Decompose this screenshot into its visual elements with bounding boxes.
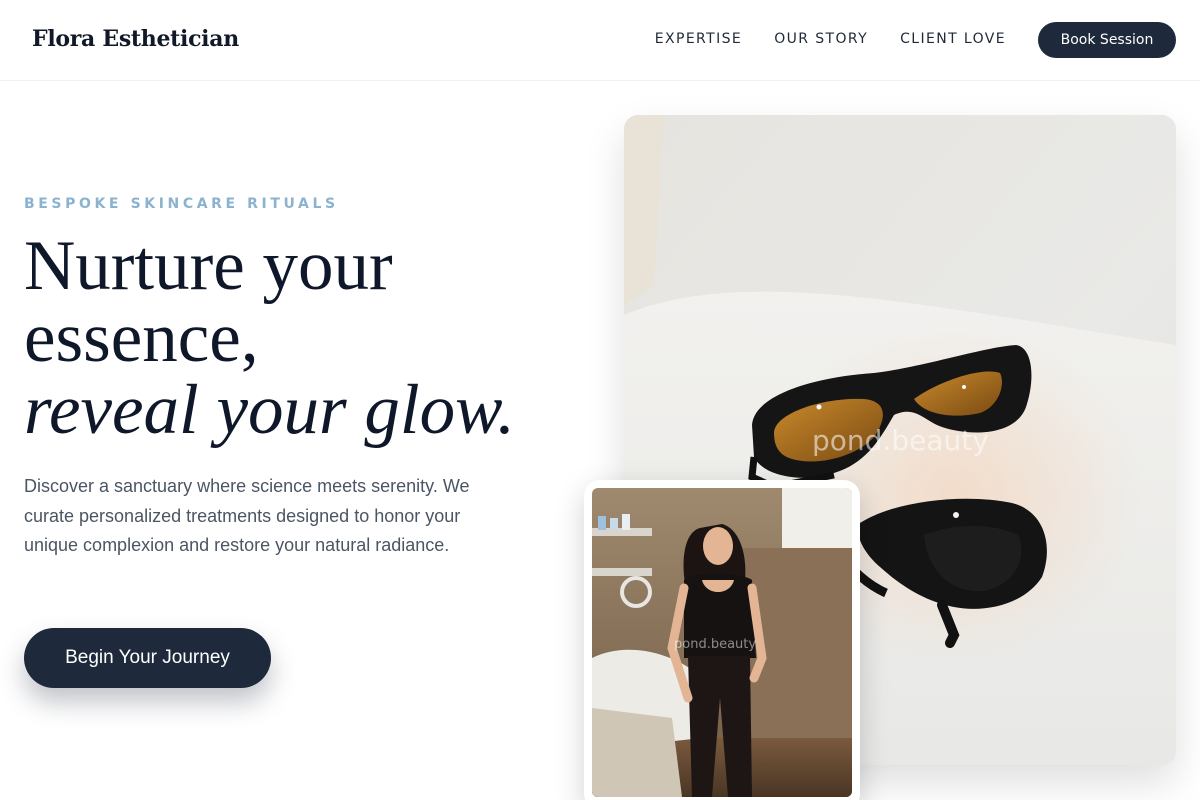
nav-link-expertise[interactable]: EXPERTISE: [655, 31, 742, 47]
esthetician-photo: pond.beauty: [592, 488, 852, 797]
begin-journey-button[interactable]: Begin Your Journey: [24, 628, 271, 688]
brand-logo[interactable]: Flora Esthetician: [32, 26, 239, 52]
nav-link-client-love[interactable]: CLIENT LOVE: [900, 31, 1006, 47]
hero-eyebrow: BESPOKE SKINCARE RITUALS: [24, 196, 339, 212]
inset-watermark: pond.beauty: [674, 637, 756, 652]
esthetician-photo-card: pond.beauty: [584, 480, 860, 800]
hero-headline: Nurture your essence, reveal your glow.: [24, 230, 584, 446]
nav-links: EXPERTISE OUR STORY CLIENT LOVE: [655, 31, 1006, 47]
headline-line-3: reveal your glow.: [24, 371, 515, 449]
top-nav: Flora Esthetician EXPERTISE OUR STORY CL…: [0, 0, 1200, 81]
book-session-button[interactable]: Book Session: [1038, 22, 1176, 58]
nav-link-our-story[interactable]: OUR STORY: [774, 31, 868, 47]
main-watermark: pond.beauty: [812, 424, 989, 457]
headline-line-1: Nurture your: [24, 227, 393, 305]
hero-description: Discover a sanctuary where science meets…: [24, 476, 470, 555]
headline-line-2: essence,: [24, 299, 259, 377]
